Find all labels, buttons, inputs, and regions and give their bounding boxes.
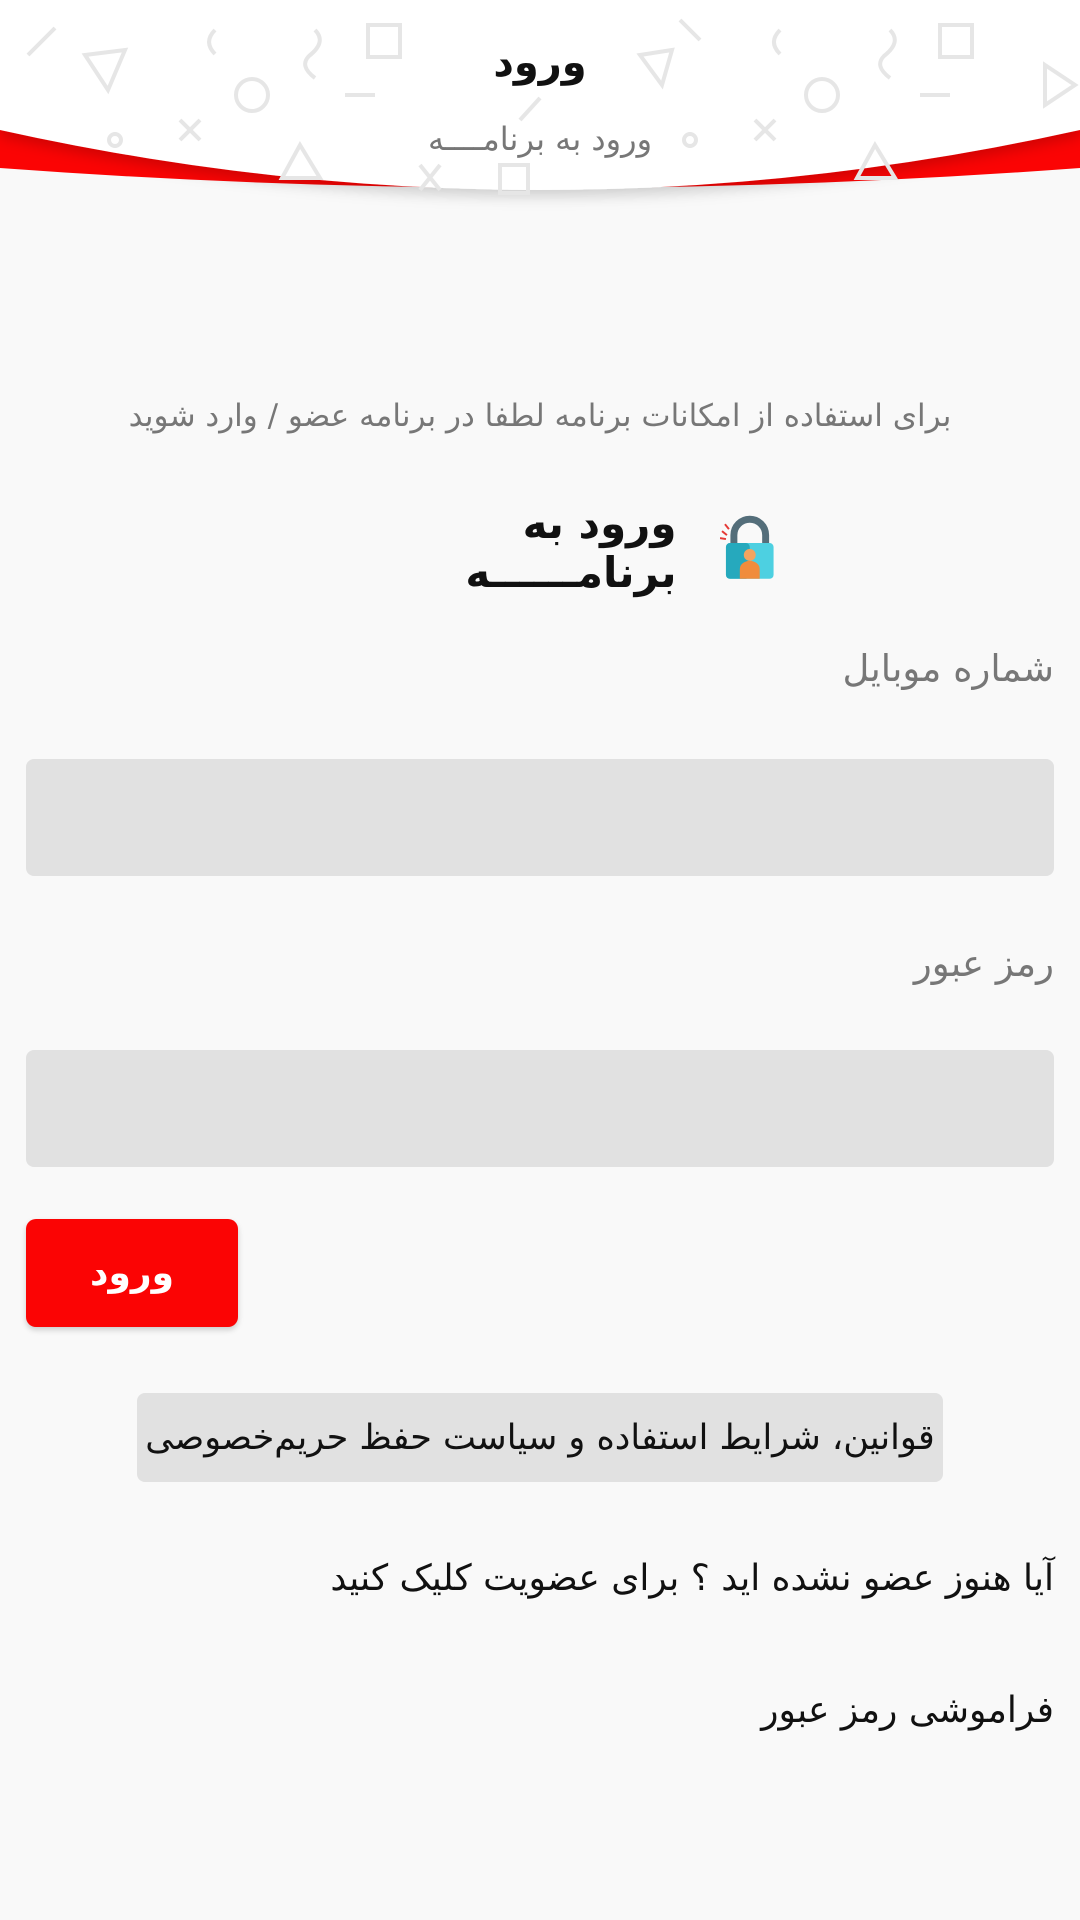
intro-text: برای استفاده از امکانات برنامه لطفا در ب… (128, 398, 952, 434)
forgot-password-link[interactable]: فراموشی رمز عبور (761, 1690, 1054, 1731)
lock-user-icon (720, 515, 775, 579)
header-subtitle: ورود به برنامــــه (427, 120, 653, 158)
signup-link[interactable]: آیا هنوز عضو نشده اید ؟ برای عضویت کلیک … (330, 1558, 1054, 1599)
login-heading: ورود به برنامــــــه (300, 499, 780, 597)
login-heading-text: ورود به برنامــــــه (465, 499, 677, 597)
terms-label: قوانین، شرایط استفاده و سیاست حفظ حریم‌خ… (145, 1417, 935, 1458)
login-screen: ورود ورود به برنامــــه برای استفاده از … (0, 0, 1080, 1920)
password-input[interactable] (26, 1050, 1054, 1167)
password-label: رمز عبور (913, 942, 1054, 985)
header-background (0, 0, 1080, 195)
mobile-input[interactable] (26, 759, 1054, 876)
header-title: ورود (493, 40, 587, 86)
mobile-label: شماره موبایل (842, 647, 1054, 690)
header: ورود ورود به برنامــــه (0, 0, 1080, 215)
login-button[interactable]: ورود (26, 1219, 238, 1327)
terms-button[interactable]: قوانین، شرایط استفاده و سیاست حفظ حریم‌خ… (137, 1393, 943, 1482)
